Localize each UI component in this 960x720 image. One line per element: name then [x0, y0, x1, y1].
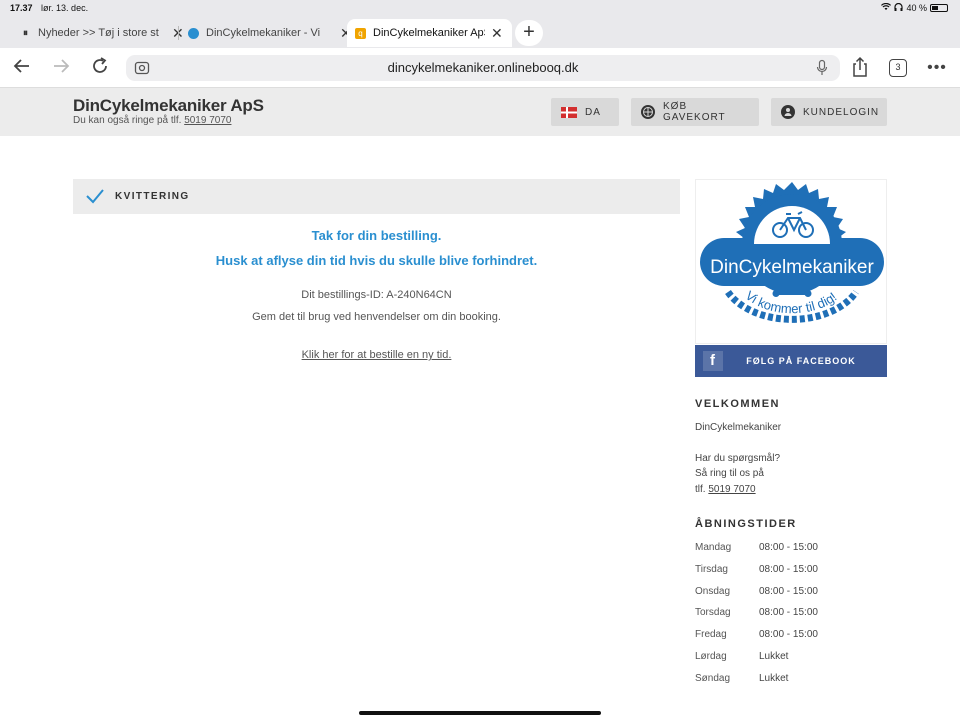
- home-indicator[interactable]: [359, 711, 601, 715]
- tab-title: DinCykelmekaniker - Vi: [206, 27, 321, 39]
- tab-title: Nyheder >> Tøj i store st: [38, 27, 159, 39]
- status-date: lør. 13. dec.: [41, 3, 89, 13]
- site-header: DinCykelmekaniker ApS Du kan også ringe …: [0, 88, 960, 136]
- battery-percent: 40 %: [906, 3, 927, 13]
- forward-button[interactable]: [49, 56, 73, 80]
- share-button[interactable]: [848, 56, 872, 80]
- new-booking-container: Klik her for at bestille en ny tid.: [73, 345, 680, 363]
- save-note: Gem det til brug ved henvendelser om din…: [252, 311, 501, 323]
- facebook-label: FØLG PÅ FACEBOOK: [746, 356, 856, 366]
- headphones-icon: [894, 2, 904, 13]
- hours-time: Lukket: [759, 650, 789, 662]
- hours-day: Tirsdag: [695, 563, 728, 575]
- hours-day: Søndag: [695, 672, 731, 684]
- hours-row: Tirsdag 08:00 - 15:00: [695, 564, 818, 586]
- pause-icon: ⏸: [23, 27, 28, 39]
- language-label: DA: [585, 106, 601, 118]
- new-tab-button[interactable]: +: [515, 20, 543, 46]
- close-tab-icon[interactable]: ✕: [491, 25, 503, 42]
- tel-prefix: tlf.: [695, 484, 706, 495]
- browser-tab-1[interactable]: ⏸ Nyheder >> Tøj i store st ✕: [12, 19, 192, 47]
- tab-overview-button[interactable]: 3: [889, 59, 907, 77]
- hours-time: 08:00 - 15:00: [759, 629, 818, 641]
- welcome-heading: VELKOMMEN: [695, 398, 780, 410]
- company-logo: DinCykelmekaniker Vi kommer til dig!: [695, 179, 887, 344]
- more-options-icon[interactable]: •••: [925, 56, 949, 80]
- new-booking-link[interactable]: Klik her for at bestille en ny tid.: [302, 349, 452, 361]
- user-icon: [781, 105, 795, 119]
- thanks-message: Tak for din bestilling.: [311, 228, 442, 243]
- customer-login-button[interactable]: KUNDELOGIN: [771, 98, 887, 126]
- hours-day: Fredag: [695, 629, 727, 641]
- status-bar: 17.37 lør. 13. dec. 40 %: [0, 0, 960, 16]
- status-time: 17.37: [10, 3, 33, 13]
- battery-icon: [930, 4, 948, 12]
- facebook-follow-button[interactable]: f FØLG PÅ FACEBOOK: [695, 345, 887, 377]
- hours-day: Lørdag: [695, 650, 727, 662]
- hours-day: Onsdag: [695, 585, 731, 597]
- receipt-heading-bar: KVITTERING: [73, 179, 680, 214]
- hours-time: 08:00 - 15:00: [759, 563, 818, 575]
- cancel-reminder: Husk at aflyse din tid hvis du skulle bl…: [215, 253, 538, 268]
- contact-phone-line: tlf. 5019 7070: [695, 482, 756, 498]
- microphone-icon[interactable]: [816, 59, 828, 77]
- receipt-heading: KVITTERING: [115, 191, 190, 202]
- site-favicon-icon: [188, 27, 199, 39]
- hours-row: Fredag 08:00 - 15:00: [695, 629, 818, 651]
- hours-row: Torsdag 08:00 - 15:00: [695, 607, 818, 629]
- tab-separator: [178, 26, 179, 40]
- booq-favicon-icon: q: [355, 27, 366, 39]
- tab-bar: ⏸ Nyheder >> Tøj i store st ✕ DinCykelme…: [0, 16, 960, 48]
- address-bar[interactable]: dincykelmekaniker.onlinebooq.dk: [126, 55, 840, 81]
- header-phone-line: Du kan også ringe på tlf. 5019 7070: [73, 115, 231, 126]
- opening-hours-heading: ÅBNINGSTIDER: [695, 518, 797, 530]
- browser-tab-3-active[interactable]: q DinCykelmekaniker ApS ✕: [347, 19, 512, 47]
- hours-row: Onsdag 08:00 - 15:00: [695, 586, 818, 608]
- hours-time: 08:00 - 15:00: [759, 542, 818, 553]
- hours-day: Mandag: [695, 542, 732, 553]
- giftcard-label: KØB GAVEKORT: [663, 101, 726, 123]
- browser-toolbar: dincykelmekaniker.onlinebooq.dk 3 •••: [0, 48, 960, 88]
- reload-button[interactable]: [88, 56, 112, 80]
- language-button[interactable]: DA: [551, 98, 619, 126]
- welcome-name: DinCykelmekaniker: [695, 422, 782, 433]
- hours-time: 08:00 - 15:00: [759, 585, 818, 597]
- opening-hours-table: Mandag 08:00 - 15:00 Tirsdag 08:00 - 15:00…: [695, 542, 818, 695]
- sidebar-phone-link[interactable]: 5019 7070: [708, 484, 755, 495]
- login-label: KUNDELOGIN: [803, 106, 880, 118]
- back-button[interactable]: [10, 56, 34, 80]
- header-subtitle: Du kan også ringe på tlf.: [73, 115, 182, 126]
- hours-row: Lørdag Lukket: [695, 651, 818, 673]
- site-brand[interactable]: DinCykelmekaniker ApS: [73, 96, 264, 116]
- header-phone-link[interactable]: 5019 7070: [184, 115, 231, 126]
- order-id-line: Dit bestillings-ID: A-240N64CN: [301, 289, 452, 301]
- hours-time: Lukket: [759, 672, 789, 684]
- hours-row: Mandag 08:00 - 15:00: [695, 542, 818, 564]
- url-text: dincykelmekaniker.onlinebooq.dk: [387, 60, 579, 75]
- buy-giftcard-button[interactable]: KØB GAVEKORT: [631, 98, 759, 126]
- contact-question: Har du spørgsmål?: [695, 453, 781, 464]
- logo-text: DinCykelmekaniker: [710, 257, 874, 278]
- contact-call-line: Så ring til os på: [695, 468, 764, 479]
- danish-flag-icon: [561, 106, 577, 118]
- globe-icon: [641, 105, 655, 119]
- wifi-icon: [881, 2, 892, 13]
- checkmark-icon: [85, 187, 105, 210]
- hours-day: Torsdag: [695, 607, 731, 619]
- browser-tab-2[interactable]: DinCykelmekaniker - Vi ✕: [180, 19, 360, 47]
- tab-title: DinCykelmekaniker ApS: [373, 27, 485, 39]
- hours-time: 08:00 - 15:00: [759, 607, 818, 619]
- hours-row: Søndag Lukket: [695, 673, 818, 695]
